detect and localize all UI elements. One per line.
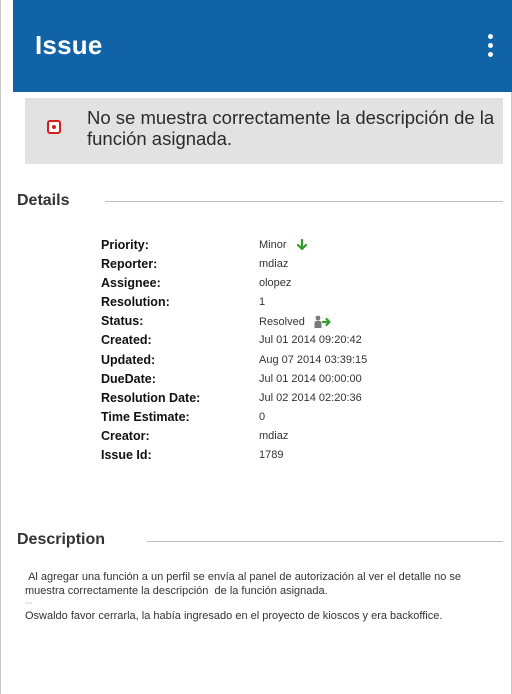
details-list: Priority: Minor Reporter: mdiaz Assignee… [101, 238, 461, 467]
record-icon [47, 120, 61, 134]
detail-value: 0 [259, 410, 266, 423]
detail-value: Jul 02 2014 02:20:36 [259, 391, 362, 404]
detail-row-priority: Priority: Minor [101, 238, 461, 257]
detail-value: Aug 07 2014 03:39:15 [259, 353, 368, 366]
detail-row-updated: Updated: Aug 07 2014 03:39:15 [101, 353, 461, 372]
arrow-down-icon [296, 239, 307, 251]
detail-value: Resolved [259, 316, 305, 329]
detail-label: Resolution: [101, 295, 170, 310]
issue-summary-banner: No se muestra correctamente la descripci… [25, 98, 503, 164]
detail-row-resolution: Resolution: 1 [101, 295, 461, 314]
detail-label: Updated: [101, 352, 156, 367]
detail-label: Resolution Date: [101, 390, 201, 405]
detail-value: Jul 01 2014 09:20:42 [259, 334, 362, 347]
detail-row-duedate: DueDate: Jul 01 2014 00:00:00 [101, 372, 461, 391]
detail-row-assignee: Assignee: olopez [101, 276, 461, 295]
detail-row-time-estimate: Time Estimate: 0 [101, 410, 461, 429]
more-vert-icon[interactable] [485, 34, 495, 60]
detail-value: 1789 [259, 449, 284, 462]
detail-row-status: Status: Resolved [101, 314, 461, 333]
detail-row-reporter: Reporter: mdiaz [101, 257, 461, 276]
detail-value: olopez [259, 277, 292, 290]
detail-value: 1 [259, 296, 266, 309]
description-paragraph: Oswaldo favor cerrarla, la había ingresa… [25, 610, 443, 622]
description-paragraph: Al agregar una función a un perfil se en… [25, 571, 465, 597]
detail-label: Reporter: [101, 257, 158, 272]
detail-row-issue-id: Issue Id: 1789 [101, 448, 461, 467]
detail-label: Created: [101, 333, 152, 348]
detail-label: Creator: [101, 428, 150, 443]
detail-label: DueDate: [101, 371, 156, 386]
detail-label: Priority: [101, 238, 149, 252]
detail-row-created: Created: Jul 01 2014 09:20:42 [101, 333, 461, 352]
app-bar: Issue [13, 0, 512, 92]
app-bar-title: Issue [35, 30, 103, 60]
description-heading: Description [17, 531, 106, 548]
detail-value: mdiaz [259, 429, 289, 442]
detail-label: Time Estimate: [101, 409, 190, 424]
details-divider [105, 201, 503, 202]
screen-frame: Issue No se muestra correctamente la des… [0, 0, 512, 694]
detail-label: Issue Id: [101, 448, 152, 463]
resolved-icon [314, 315, 331, 329]
detail-value: Jul 01 2014 00:00:00 [259, 372, 362, 385]
detail-label: Assignee: [101, 276, 161, 291]
description-body: Al agregar una función a un perfil se en… [25, 571, 481, 624]
details-heading: Details [17, 192, 70, 209]
description-divider [147, 541, 503, 542]
detail-value: Minor [259, 239, 287, 251]
detail-row-creator: Creator: mdiaz [101, 429, 461, 448]
description-separator: -- [25, 597, 33, 609]
detail-value: mdiaz [259, 258, 289, 271]
detail-label: Status: [101, 314, 144, 329]
detail-row-resolution-date: Resolution Date: Jul 02 2014 02:20:36 [101, 391, 461, 410]
issue-summary: No se muestra correctamente la descripci… [87, 107, 495, 149]
